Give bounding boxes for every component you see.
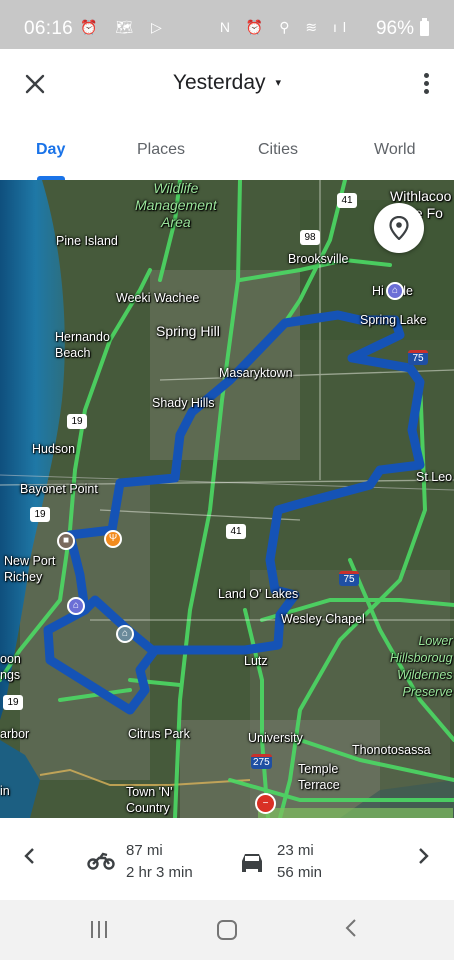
motorcycle-distance: 87 mi [126,842,163,859]
map-label-st-leo: St Leo [416,470,453,484]
trip-summary: 87 mi 2 hr 3 min 23 mi 56 min [0,818,454,900]
map-label-bayonet-point: Bayonet Point [20,482,98,496]
recent-apps-icon [91,921,93,938]
home-pin[interactable]: ⌂ [116,625,134,643]
location-button[interactable] [374,203,424,253]
map-label-hudson: Hudson [32,442,76,456]
location-pin-icon [389,216,409,240]
route-shield-us19: 19 [67,414,87,429]
route-shield-us19: 19 [3,695,23,710]
motorcycle-stats: 87 mi 2 hr 3 min [126,840,193,884]
back-button[interactable] [344,916,358,947]
route-shield-us41: 41 [337,193,357,208]
visited-place-shopping-pin[interactable]: ⌂ [386,282,404,300]
page-title: Yesterday [172,71,266,94]
map-label-spring-lake: Spring Lake [360,313,427,327]
map-label-university: University [248,731,303,745]
map-label-land-o-lakes: Land O' Lakes [218,587,299,601]
map-label-edge: in [0,784,10,798]
map-label-masaryktown: Masaryktown [219,366,293,380]
route-shield-i275: 275 [251,754,272,769]
route-shield-i75: 75 [408,350,428,365]
status-system-icons: N ⏰ ⚲ ≋ ıl [219,19,352,35]
previous-day-button[interactable] [22,846,36,872]
map-label-pine-island: Pine Island [56,234,118,248]
map-label-new-port-richey: New Port Richey [4,554,56,584]
tab-day[interactable]: Day [36,141,65,159]
home-button[interactable] [217,920,237,940]
route-shield-us19: 19 [30,507,50,522]
timeline-map[interactable]: WildlifeManagementArea WithlacooState Fo… [0,180,454,818]
route-shield-i75: 75 [339,571,359,586]
car-icon [242,854,262,872]
map-label-shady-hills: Shady Hills [152,396,215,410]
tab-cities[interactable]: Cities [258,141,298,159]
car-stats: 23 mi 56 min [277,840,322,884]
route-shield-98: 98 [300,230,320,245]
status-bar: 06:16 ⏰ 🗺 ▷ N ⏰ ⚲ ≋ ıl 96% [0,0,454,49]
tab-world[interactable]: World [374,141,416,159]
visited-place-pin[interactable]: ■ [57,532,75,550]
map-label-wesley-chapel: Wesley Chapel [281,612,365,626]
chevron-left-icon [24,848,34,864]
back-icon [345,919,356,937]
recent-apps-button[interactable] [91,921,111,939]
more-vert-icon [424,73,429,78]
motorcycle-duration: 2 hr 3 min [126,864,193,881]
battery-percent: 96% [375,18,414,39]
map-label-harbor: arbor [0,727,30,741]
date-selector[interactable]: Yesterday ▾ [0,71,454,95]
tab-bar: Day Places Cities World [0,129,454,180]
status-time: 06:16 [24,18,74,39]
chevron-right-icon [419,848,429,864]
map-label-town-n-country: Town 'N' Country [126,785,173,815]
next-day-button[interactable] [417,846,431,872]
map-label-weeki-wachee: Weeki Wachee [116,291,200,305]
map-label-spring-hill: Spring Hill [156,323,220,339]
dropdown-icon: ▾ [275,77,282,89]
map-label-thonotosassa: Thonotosassa [352,743,431,757]
no-entry-icon: − [255,793,276,814]
visited-restaurant-pin[interactable]: Ψ [104,530,122,548]
visited-place-shopping-pin[interactable]: ⌂ [67,597,85,615]
car-duration: 56 min [277,864,323,881]
battery-icon [420,18,429,36]
map-label-lower-hillsborough: Lower Hillsboroug Wildernes Preserve [390,634,453,699]
map-label-hernando-beach: Hernando Beach [55,330,110,360]
map-label-citrus-park: Citrus Park [128,727,190,741]
map-label-wildlife-area: Wildlife Management Area [135,180,217,230]
car-distance: 23 mi [277,842,314,859]
more-options-button[interactable] [424,73,430,97]
map-label-holiday: oon ngs [0,652,21,682]
tab-places[interactable]: Places [137,141,185,159]
map-label-brooksville: Brooksville [288,252,349,266]
map-label-temple-terrace: Temple Terrace [298,762,340,792]
motorcycle-icon [87,852,115,870]
system-navigation-bar [0,900,454,960]
status-notification-icons: ⏰ 🗺 ▷ [80,19,169,35]
map-label-lutz: Lutz [244,654,268,668]
route-shield-us41: 41 [226,524,246,539]
app-bar: Yesterday ▾ Day Places Cities World [0,49,454,180]
map-canvas [0,180,454,818]
